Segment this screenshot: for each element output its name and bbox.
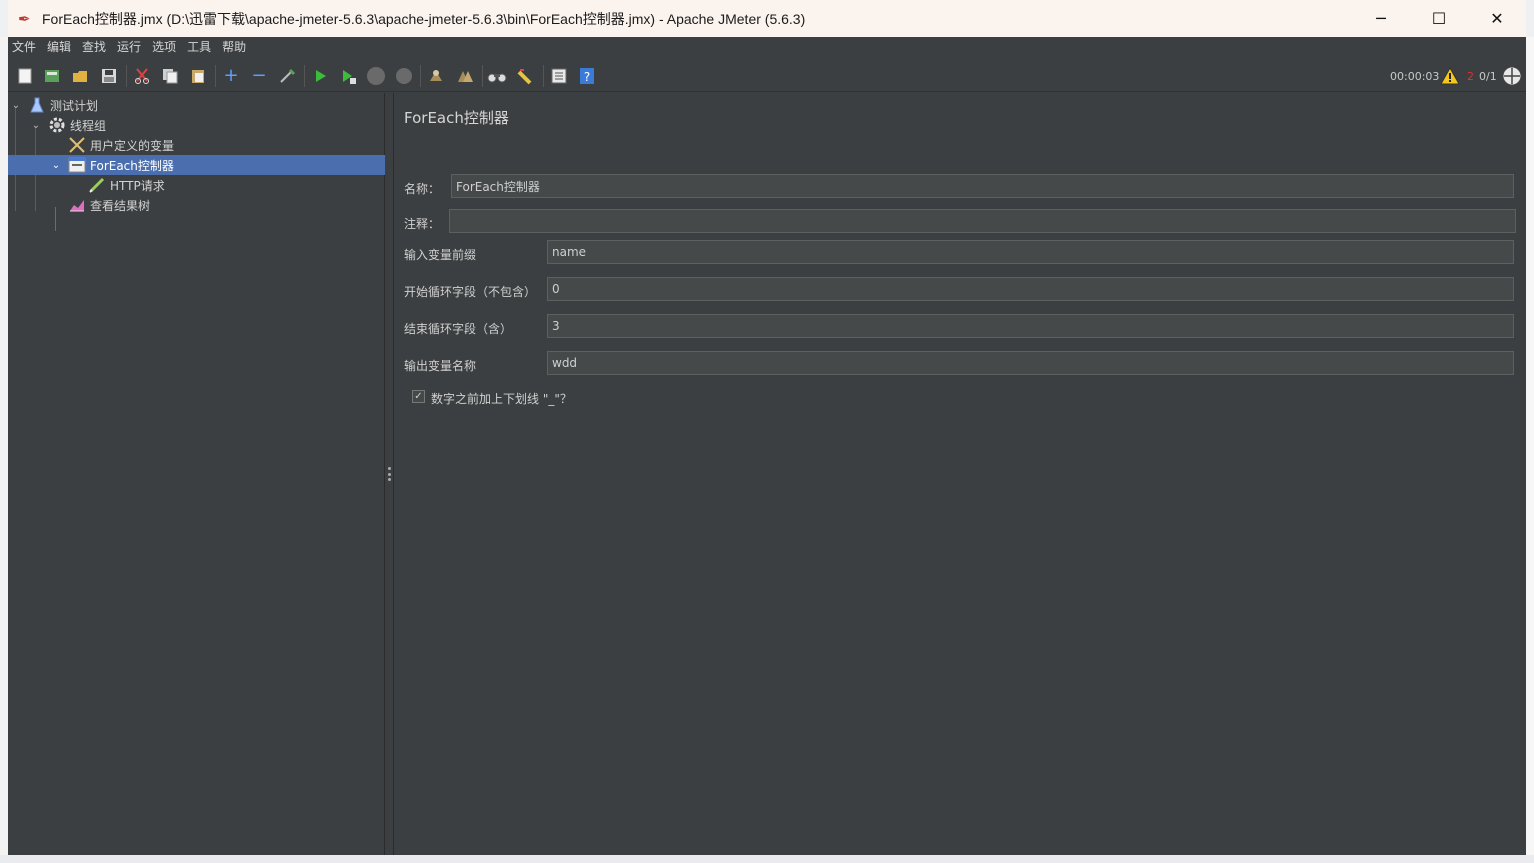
new-icon[interactable] [15,66,35,86]
paste-icon[interactable] [188,66,208,86]
tree-item-label: 查看结果树 [90,198,151,213]
foreach-controller-icon [68,156,86,174]
tree-item-label: 用户定义的变量 [90,138,175,153]
jmeter-window: 文件 编辑 查找 运行 选项 工具 帮助 + − ? 00:00:03 2 0/… [8,37,1526,855]
output-var-input[interactable] [547,351,1514,375]
feather-pen-icon: ✒ [18,9,31,28]
templates-icon[interactable] [42,66,62,86]
sampler-pen-icon [88,176,106,194]
wrench-icon [68,136,86,154]
start-icon[interactable] [310,66,330,86]
gear-icon [48,116,66,134]
open-icon[interactable] [70,66,90,86]
desktop-background-right [1526,37,1534,857]
cut-icon[interactable] [132,66,152,86]
start-index-label: 开始循环字段（不包含） [404,285,537,299]
copy-icon[interactable] [160,66,180,86]
toggle-icon[interactable] [277,66,297,86]
maximize-button[interactable]: ☐ [1410,0,1468,37]
start-no-pauses-icon[interactable] [338,66,358,86]
comment-input[interactable] [449,209,1516,233]
search-icon[interactable] [487,66,507,86]
test-plan-icon [28,96,46,114]
window-titlebar[interactable]: ✒ ForEach控制器.jmx (D:\迅雷下载\apache-jmeter-… [8,0,1526,37]
menu-file[interactable]: 文件 [8,37,43,58]
function-helper-icon[interactable] [549,66,569,86]
menu-edit[interactable]: 编辑 [43,37,78,58]
comment-label: 注释： [404,217,441,231]
tree-item-label: ForEach控制器 [90,158,174,173]
chevron-down-icon[interactable]: ⌄ [10,100,22,111]
underscore-checkbox[interactable]: ✓ [412,390,425,403]
chevron-down-icon[interactable]: ⌄ [50,160,62,171]
menu-tools[interactable]: 工具 [183,37,218,58]
clear-icon[interactable] [426,66,446,86]
menu-help[interactable]: 帮助 [218,37,253,58]
tree-item-label: 线程组 [70,118,107,133]
end-index-input[interactable] [547,314,1514,338]
warning-count: 2 [1467,69,1474,83]
clear-all-icon[interactable] [455,66,475,86]
collapse-icon[interactable]: − [249,66,269,86]
elapsed-time: 00:00:03 [1390,69,1440,83]
toolbar-separator [482,65,483,87]
warning-icon[interactable] [1440,60,1460,92]
minimize-button[interactable]: ─ [1352,0,1410,37]
split-pane-divider[interactable] [385,93,394,855]
tree-item-foreach-controller[interactable]: ⌄ ForEach控制器 [8,155,385,175]
foreach-controller-panel: ForEach控制器 名称： 注释： 输入变量前缀 开始循环字段（不包含） 结束… [395,93,1526,855]
save-icon[interactable] [99,66,119,86]
name-input[interactable] [451,174,1514,198]
page-title: ForEach控制器 [404,109,509,127]
thread-count: 0/1 [1479,69,1497,83]
remote-globe-icon[interactable] [1502,60,1522,92]
tree-item-http-request[interactable]: HTTP请求 [8,175,385,195]
toolbar-separator [126,65,127,87]
window-title: ForEach控制器.jmx (D:\迅雷下载\apache-jmeter-5.… [42,10,806,27]
desktop-background-left [0,37,8,857]
name-label: 名称： [404,182,441,196]
start-index-input[interactable] [547,277,1514,301]
toolbar-separator [304,65,305,87]
menu-search[interactable]: 查找 [78,37,113,58]
tree-item-view-results-tree[interactable]: 查看结果树 [8,195,385,215]
window-controls: ─ ☐ ✕ [1352,0,1526,37]
underscore-checkbox-label[interactable]: 数字之前加上下划线 "_"？ [431,390,572,407]
close-button[interactable]: ✕ [1468,0,1526,37]
toolbar-separator [543,65,544,87]
desktop-background-bottom [0,855,1534,863]
chevron-down-icon[interactable]: ⌄ [30,120,42,131]
reset-search-icon[interactable] [515,66,535,86]
menu-bar: 文件 编辑 查找 运行 选项 工具 帮助 [8,37,1526,58]
end-index-label: 结束循环字段（含） [404,322,513,336]
toolbar: + − ? 00:00:03 2 0/1 [8,60,1526,92]
menu-options[interactable]: 选项 [148,37,183,58]
tree-item-label: 测试计划 [50,98,99,113]
tree-item-user-variables[interactable]: 用户定义的变量 [8,135,385,155]
stop-icon[interactable] [366,66,386,86]
tree-item-label: HTTP请求 [110,178,165,193]
chart-icon [68,196,86,214]
input-prefix-label: 输入变量前缀 [404,248,477,262]
splitter-grip-icon [388,467,391,481]
toolbar-separator [420,65,421,87]
expand-icon[interactable]: + [221,66,241,86]
test-plan-tree: ⌄ 测试计划 ⌄ 线程组 用户定义的变量 ⌄ ForEach控制器 HTTP请求… [8,93,385,855]
menu-run[interactable]: 运行 [113,37,148,58]
shutdown-icon[interactable] [394,66,414,86]
help-icon[interactable]: ? [577,66,597,86]
svg-text:?: ? [584,70,590,84]
toolbar-separator [215,65,216,87]
tree-item-thread-group[interactable]: ⌄ 线程组 [8,115,385,135]
tree-item-test-plan[interactable]: ⌄ 测试计划 [8,95,385,115]
input-prefix-input[interactable] [547,240,1514,264]
output-var-label: 输出变量名称 [404,359,477,373]
